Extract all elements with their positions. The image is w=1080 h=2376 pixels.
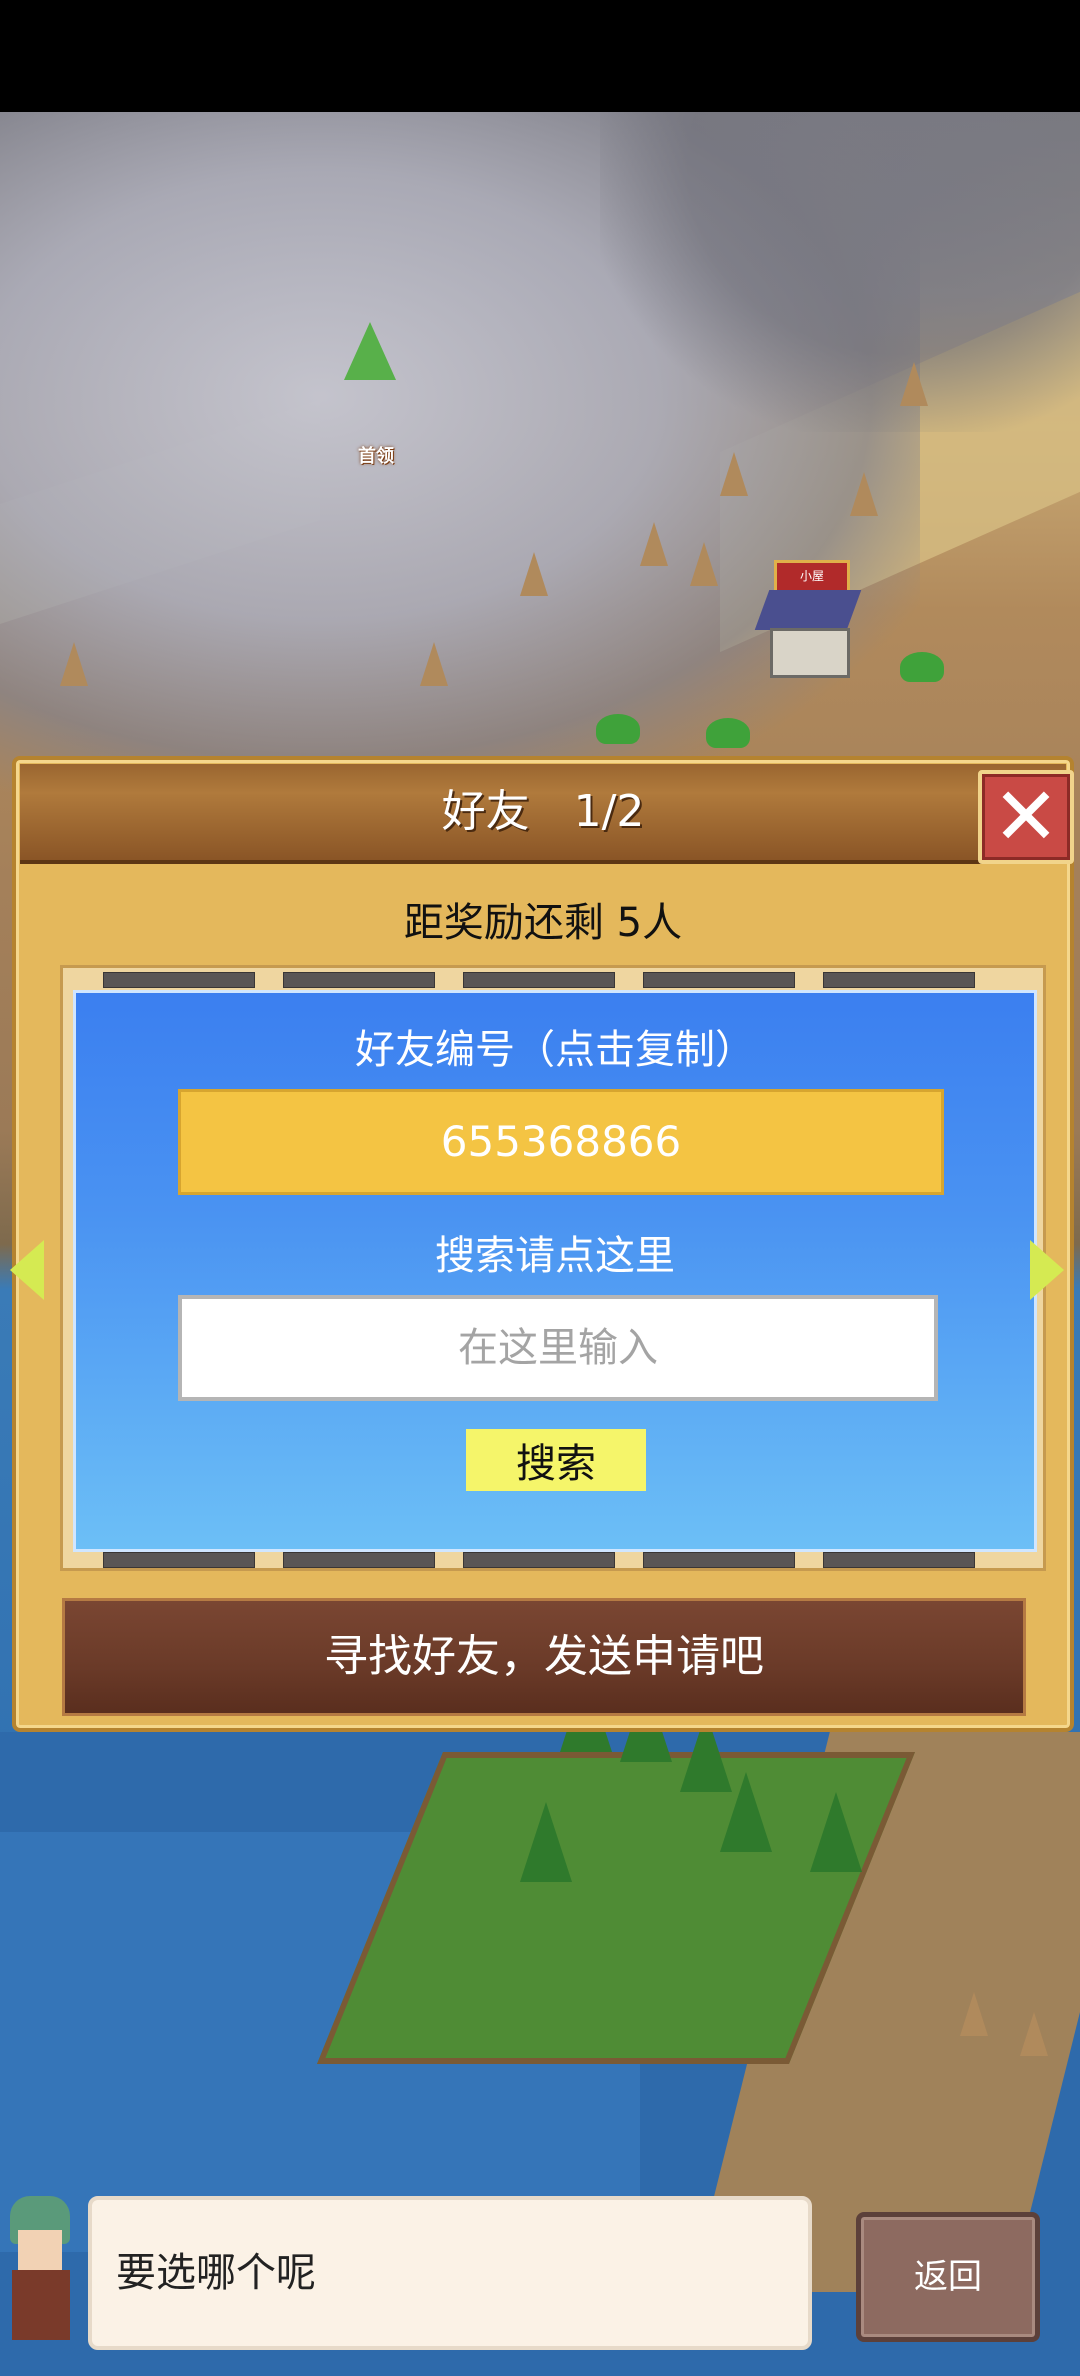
advisor-avatar xyxy=(0,2196,84,2346)
rock-spire xyxy=(690,542,718,586)
map-location-tag[interactable]: 首领 xyxy=(358,442,394,468)
rock-spire xyxy=(900,362,928,406)
friend-code-label[interactable]: 好友编号（点击复制） xyxy=(76,1017,1034,1075)
friend-code-panel: 好友编号（点击复制） 655368866 搜索请点这里 搜索 xyxy=(73,990,1037,1552)
house-roof xyxy=(754,590,862,630)
bush xyxy=(596,714,640,744)
search-label: 搜索请点这里 xyxy=(435,1233,675,1279)
search-button[interactable]: 搜索 xyxy=(466,1429,646,1491)
dialog-header: 好友 1/2 xyxy=(20,764,1066,864)
rock-spire xyxy=(960,1992,988,2036)
speech-text: 要选哪个呢 xyxy=(116,2250,316,2296)
bottom-tab-strip xyxy=(63,1548,1043,1568)
tree xyxy=(720,1772,772,1852)
rock-spire xyxy=(420,642,448,686)
rock-spire xyxy=(520,552,548,596)
house-building-icon[interactable] xyxy=(770,628,850,678)
rock-spire xyxy=(640,522,668,566)
close-button[interactable]: ✕ xyxy=(978,770,1074,864)
pyramid-building-icon[interactable] xyxy=(344,322,396,380)
dialog-title: 好友 1/2 xyxy=(441,786,645,837)
advisor-speech-bubble: 要选哪个呢 xyxy=(88,2196,812,2350)
friend-code-box[interactable]: 655368866 xyxy=(178,1089,944,1195)
top-tab-strip xyxy=(63,968,1043,988)
map-building-sign[interactable]: 小屋 xyxy=(774,560,850,594)
rock-spire xyxy=(850,472,878,516)
arrow-right-icon[interactable] xyxy=(1030,1240,1064,1300)
arrow-left-icon[interactable] xyxy=(10,1240,44,1300)
rock-spire xyxy=(1020,2012,1048,2056)
status-bar xyxy=(0,0,1080,112)
friend-search-input[interactable] xyxy=(178,1295,938,1401)
friend-panel-frame: 好友编号（点击复制） 655368866 搜索请点这里 搜索 xyxy=(60,965,1046,1571)
bush xyxy=(900,652,944,682)
find-friend-request-button[interactable]: 寻找好友，发送申请吧 xyxy=(62,1598,1026,1716)
friend-dialog: 好友 1/2 ✕ 距奖励还剩 5人 好友编号（点击复制） 655368866 搜… xyxy=(12,756,1074,1732)
reward-remaining-text: 距奖励还剩 5人 xyxy=(403,900,683,946)
tree xyxy=(520,1802,572,1882)
rock-spire xyxy=(720,452,748,496)
back-button[interactable]: 返回 xyxy=(856,2212,1040,2342)
close-icon[interactable]: ✕ xyxy=(982,774,1070,860)
rock-spire xyxy=(60,642,88,686)
bush xyxy=(706,718,750,748)
tree xyxy=(810,1792,862,1872)
fog-cloud xyxy=(600,112,1080,432)
